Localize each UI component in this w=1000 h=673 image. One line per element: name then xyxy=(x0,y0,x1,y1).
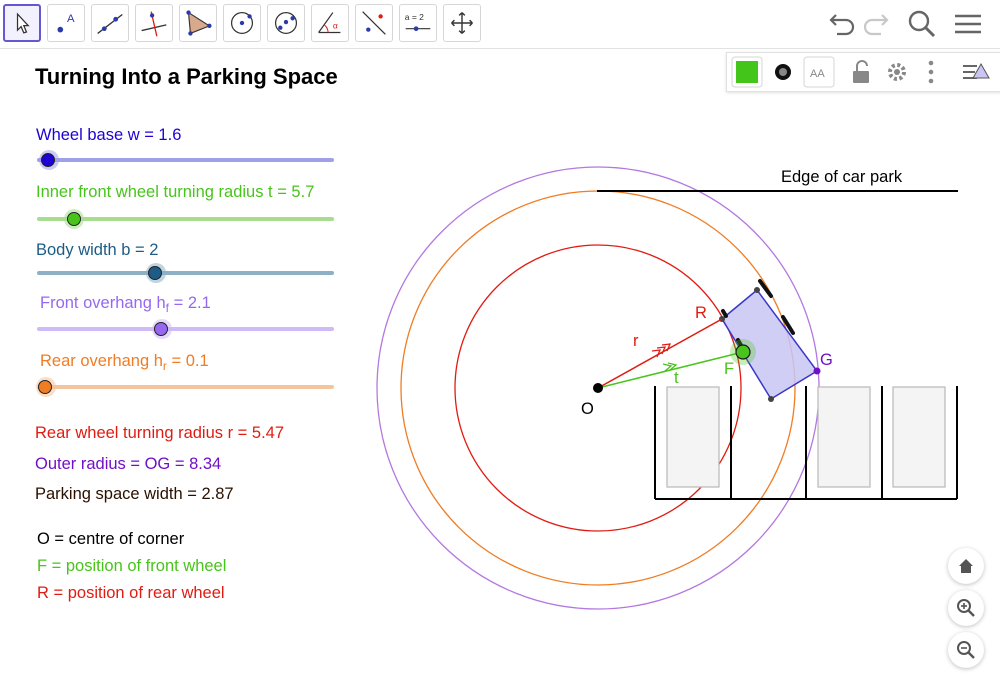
slider-label-main: Front overhang h xyxy=(40,294,166,312)
label-G: G xyxy=(820,351,833,369)
edge-label: Edge of car park xyxy=(781,168,903,186)
slider-knob[interactable] xyxy=(148,265,163,280)
reflect-tool[interactable] xyxy=(355,4,393,42)
home-icon xyxy=(959,559,973,573)
line-tool[interactable] xyxy=(91,4,129,42)
redo-button[interactable] xyxy=(860,6,896,42)
slider-tool[interactable]: a = 2 xyxy=(399,4,437,42)
slider-label: Body width b = 2 xyxy=(36,241,159,259)
slider-label: Rear overhang hr = 0.1 xyxy=(40,352,209,373)
lock-icon xyxy=(853,60,869,83)
slider-knob[interactable] xyxy=(66,211,81,226)
zoom-in-icon xyxy=(957,599,975,617)
polygon-tool[interactable] xyxy=(179,4,217,42)
undo-icon xyxy=(829,14,855,36)
move-graphics-view-tool[interactable] xyxy=(443,4,481,42)
slider-knob[interactable] xyxy=(38,379,53,394)
rear-radius-arrow-marks xyxy=(651,343,672,358)
line-icon xyxy=(97,13,123,34)
toggle-style-bar-icon xyxy=(963,62,990,79)
svg-text:AA: AA xyxy=(810,68,825,80)
home-button[interactable] xyxy=(948,548,984,584)
slider-label: Inner front wheel turning radius t = 5.7 xyxy=(36,183,315,201)
point-O[interactable] xyxy=(593,383,603,393)
more-icon xyxy=(928,60,934,84)
undo-button[interactable] xyxy=(822,6,858,42)
slider-track[interactable] xyxy=(37,385,334,389)
svg-text:α: α xyxy=(333,21,338,31)
slider-track[interactable] xyxy=(37,158,334,162)
slider-label-main: Rear overhang h xyxy=(40,352,163,370)
circle-center-point-tool[interactable] xyxy=(223,4,261,42)
circle-center-icon xyxy=(230,11,254,35)
info-text: Outer radius = OG = 8.34 xyxy=(35,455,222,473)
label-R: R xyxy=(695,304,707,322)
cursor-arrow-icon xyxy=(16,12,30,34)
zoom-in-button[interactable] xyxy=(948,590,984,626)
angle-icon: α xyxy=(318,12,341,34)
slider-label: Front overhang hf = 2.1 xyxy=(40,294,211,315)
slider-knob[interactable] xyxy=(154,321,169,336)
slider-track[interactable] xyxy=(37,271,334,275)
reflect-icon xyxy=(362,11,386,35)
svg-text:A: A xyxy=(67,13,75,25)
info-text: Parking space width = 2.87 xyxy=(35,485,234,503)
legend-text: O = centre of corner xyxy=(37,530,185,548)
rear-radius-line xyxy=(597,318,723,389)
point-F[interactable] xyxy=(735,344,751,360)
search-icon xyxy=(908,10,936,38)
style-bar: AA xyxy=(726,52,1000,92)
label-style-button[interactable]: AA xyxy=(803,56,835,88)
slider-knob[interactable] xyxy=(41,152,56,167)
settings-icon xyxy=(888,63,906,81)
label-t: t xyxy=(674,369,679,387)
label-F: F xyxy=(724,360,734,378)
point-tool[interactable]: A xyxy=(47,4,85,42)
svg-text:a = 2: a = 2 xyxy=(405,12,424,22)
search-button[interactable] xyxy=(904,6,940,42)
menu-icon xyxy=(955,14,981,34)
legend-text: F = position of front wheel xyxy=(37,557,227,575)
legend-text: R = position of rear wheel xyxy=(37,584,225,602)
label-style-icon: AA xyxy=(803,56,835,88)
more-button[interactable] xyxy=(915,56,947,88)
circle-three-points-tool[interactable] xyxy=(267,4,305,42)
slider-label: Wheel base w = 1.6 xyxy=(36,126,182,144)
perpendicular-line-icon xyxy=(141,11,167,37)
page-title: Turning Into a Parking Space xyxy=(35,64,338,89)
zoom-out-button[interactable] xyxy=(948,632,984,668)
move-tool[interactable] xyxy=(3,4,41,42)
slider-label-value: = 2.1 xyxy=(169,294,211,312)
move-view-icon xyxy=(451,12,473,34)
lock-button[interactable] xyxy=(845,56,877,88)
main-menu-button[interactable] xyxy=(950,6,986,42)
polygon-icon xyxy=(186,10,212,36)
slider-label-value: = 0.1 xyxy=(166,352,209,370)
color-icon xyxy=(731,56,763,88)
point-style-icon xyxy=(775,64,791,80)
toolbar: A α a = 2 xyxy=(0,0,1000,49)
point-style-button[interactable] xyxy=(767,56,799,88)
settings-button[interactable] xyxy=(881,56,913,88)
toggle-style-bar-button[interactable] xyxy=(959,56,991,88)
zoom-out-icon xyxy=(957,641,975,659)
redo-icon xyxy=(863,14,889,36)
angle-tool[interactable]: α xyxy=(311,4,349,42)
info-text: Rear wheel turning radius r = 5.47 xyxy=(35,424,285,442)
perpendicular-line-tool[interactable] xyxy=(135,4,173,42)
circle-three-points-icon xyxy=(274,11,298,35)
slider-track[interactable] xyxy=(37,327,334,331)
slider-icon: a = 2 xyxy=(405,12,431,32)
label-O: O xyxy=(581,400,594,418)
point-icon: A xyxy=(57,13,75,33)
color-button[interactable] xyxy=(731,56,763,88)
label-r: r xyxy=(633,332,639,350)
